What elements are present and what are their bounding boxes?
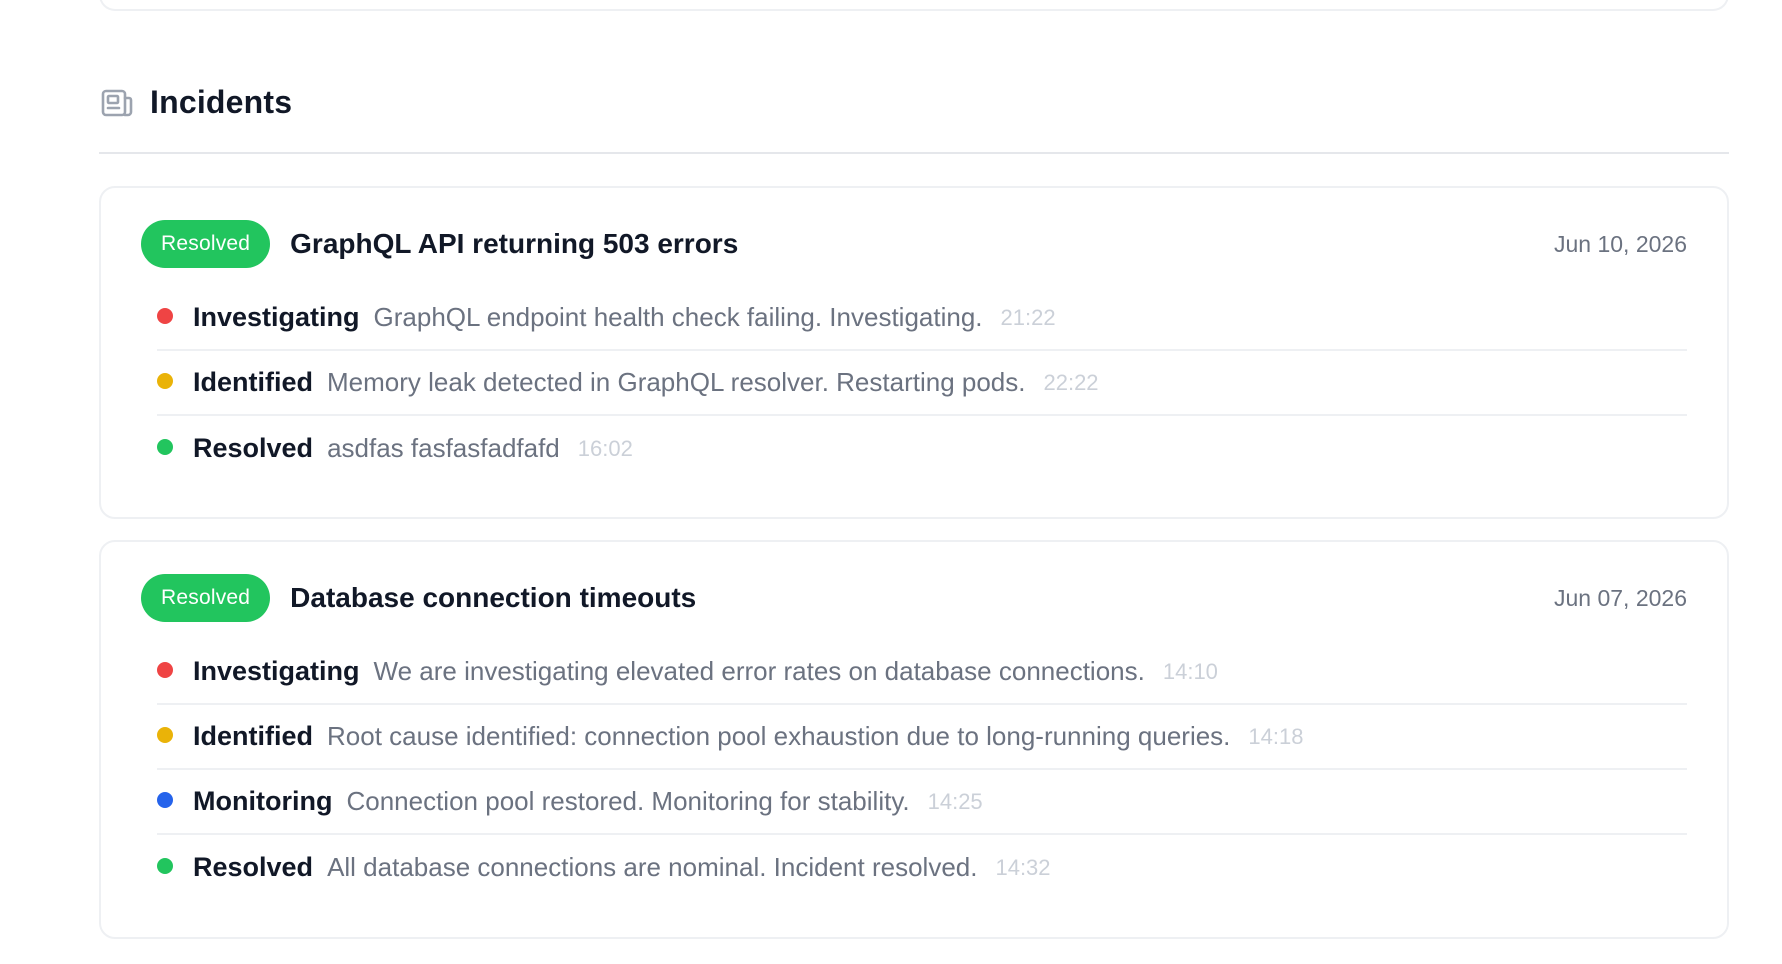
status-dot — [157, 791, 173, 808]
incident-card[interactable]: Resolved Database connection timeouts Ju… — [99, 540, 1729, 939]
update-status: Resolved — [193, 433, 314, 463]
incident-updates-list: Investigating We are investigating eleva… — [157, 640, 1687, 900]
incidents-section-header: Incidents — [99, 78, 1729, 154]
update-message: Root cause identified: connection pool e… — [327, 721, 1231, 751]
incident-update: Identified Root cause identified: connec… — [157, 705, 1687, 770]
section-title: Incidents — [150, 84, 293, 120]
update-time: 14:10 — [1162, 658, 1218, 684]
status-badge: Resolved — [141, 220, 271, 268]
status-dot — [157, 661, 173, 678]
update-message: asdfas fasfasfadfafd — [327, 433, 560, 463]
update-status: Monitoring — [193, 786, 333, 816]
incident-date: Jun 07, 2026 — [1553, 584, 1687, 611]
incident-header: Resolved GraphQL API returning 503 error… — [141, 220, 1687, 268]
incident-update: Resolved asdfas fasfasfadfafd 16:02 — [157, 416, 1687, 481]
update-time: 16:02 — [577, 435, 633, 461]
update-message: Memory leak detected in GraphQL resolver… — [327, 367, 1026, 397]
incident-date: Jun 10, 2026 — [1553, 230, 1687, 257]
update-time: 14:25 — [927, 788, 983, 814]
update-message: Connection pool restored. Monitoring for… — [346, 786, 910, 816]
update-status: Identified — [193, 367, 313, 397]
incident-updates-list: Investigating GraphQL endpoint health ch… — [157, 286, 1687, 481]
status-dot — [157, 307, 173, 324]
update-status: Investigating — [193, 302, 360, 332]
previous-card-bottom-edge — [99, 0, 1729, 11]
update-time: 14:32 — [995, 854, 1051, 880]
status-dot — [157, 372, 173, 389]
incident-update: Resolved All database connections are no… — [157, 835, 1687, 900]
status-badge: Resolved — [141, 574, 271, 622]
update-message: All database connections are nominal. In… — [327, 852, 978, 882]
update-message: GraphQL endpoint health check failing. I… — [373, 302, 983, 332]
update-status: Resolved — [193, 852, 314, 882]
incident-title[interactable]: Database connection timeouts — [290, 582, 696, 614]
update-status: Identified — [193, 721, 313, 751]
status-dot — [157, 857, 173, 874]
update-time: 14:18 — [1248, 723, 1304, 749]
incident-card[interactable]: Resolved GraphQL API returning 503 error… — [99, 186, 1729, 519]
update-message: We are investigating elevated error rate… — [373, 656, 1145, 686]
update-status: Investigating — [193, 656, 360, 686]
update-time: 21:22 — [1000, 304, 1056, 330]
status-dot — [157, 438, 173, 455]
incident-header: Resolved Database connection timeouts Ju… — [141, 574, 1687, 622]
status-dot — [157, 726, 173, 743]
incident-update: Identified Memory leak detected in Graph… — [157, 351, 1687, 416]
incident-title[interactable]: GraphQL API returning 503 errors — [290, 228, 738, 260]
incident-update: Monitoring Connection pool restored. Mon… — [157, 770, 1687, 835]
newspaper-icon — [101, 88, 133, 118]
status-page: Incidents Resolved GraphQL API returning… — [0, 0, 1782, 964]
incident-update: Investigating We are investigating eleva… — [157, 640, 1687, 705]
incident-update: Investigating GraphQL endpoint health ch… — [157, 286, 1687, 351]
update-time: 22:22 — [1043, 369, 1099, 395]
